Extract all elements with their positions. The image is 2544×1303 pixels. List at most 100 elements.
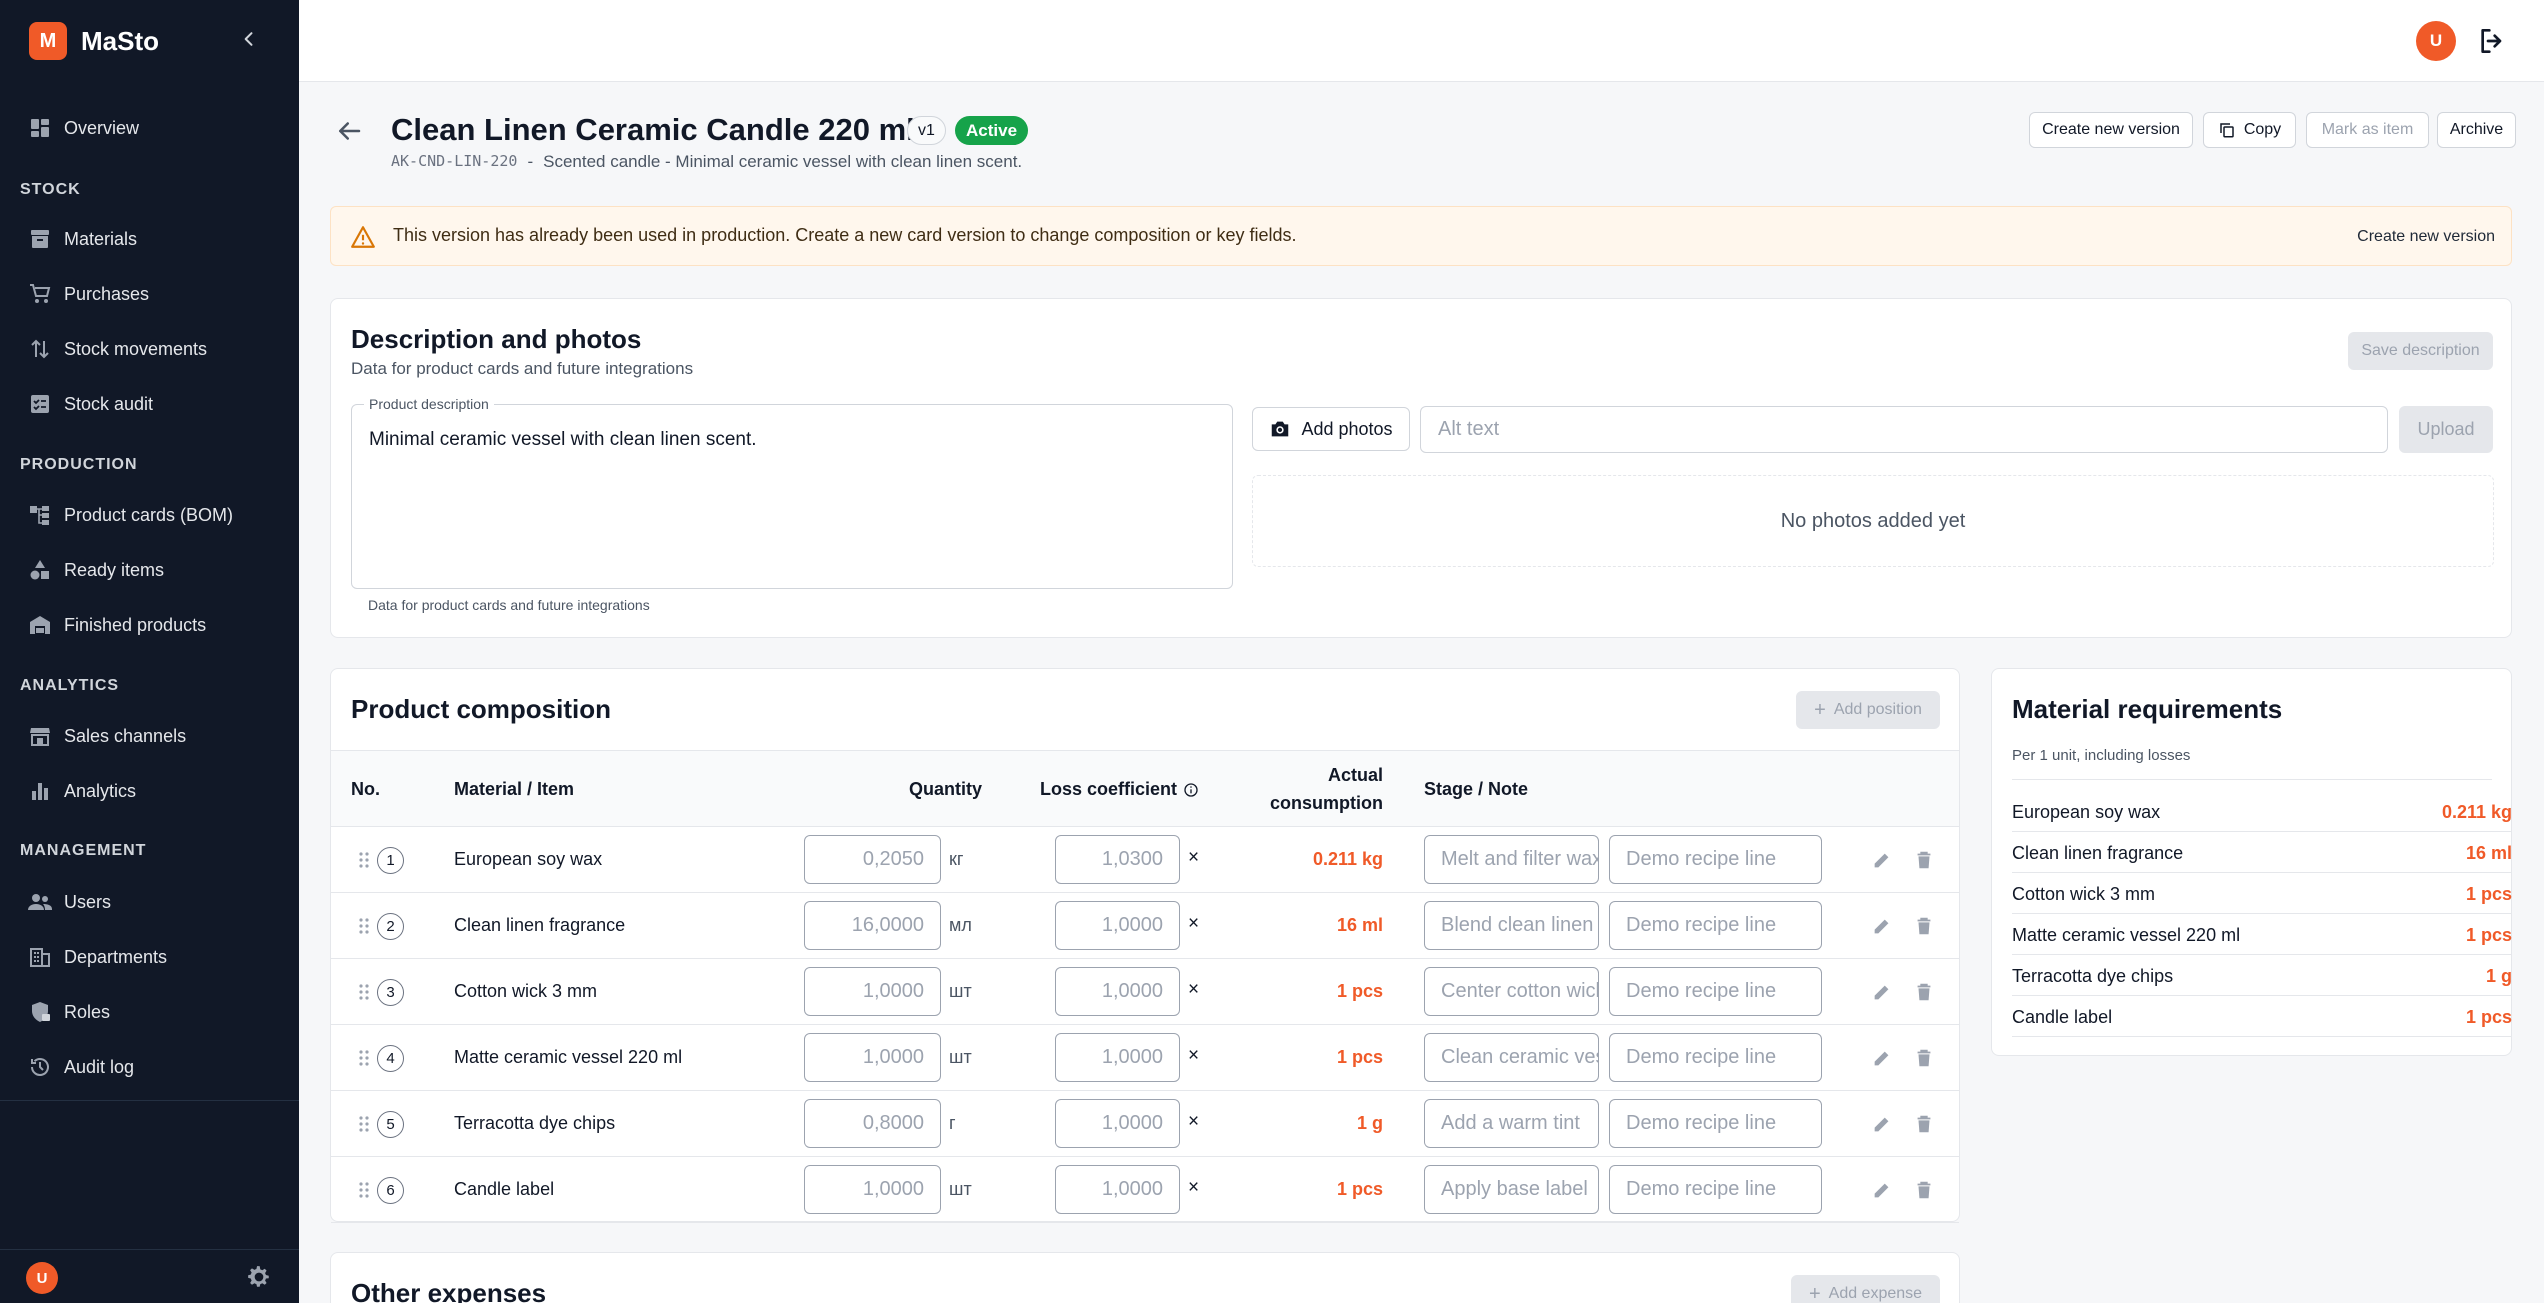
create-new-version-link[interactable]: Create new version <box>2357 228 2495 246</box>
create-new-version-button[interactable]: Create new version <box>2029 112 2193 148</box>
loss-coefficient-input[interactable]: 1,0000 <box>1055 1033 1180 1082</box>
copy-button[interactable]: Copy <box>2203 112 2296 148</box>
row-number: 2 <box>377 913 404 940</box>
add-expense-button[interactable]: + Add expense <box>1791 1275 1940 1303</box>
collapse-sidebar-button[interactable] <box>234 24 264 54</box>
drag-handle-icon[interactable] <box>357 916 371 936</box>
button-label: Add expense <box>1828 1285 1923 1302</box>
upload-button[interactable]: Upload <box>2399 406 2493 453</box>
sidebar-item-label: Roles <box>64 1001 111 1022</box>
stage-input[interactable]: Blend clean linen <box>1424 901 1599 950</box>
trash-icon[interactable] <box>1913 981 1935 1003</box>
cart-icon <box>30 284 51 303</box>
stage-input[interactable]: Melt and filter wax <box>1424 835 1599 884</box>
sidebar-item-stock-movements[interactable]: Stock movements <box>28 329 207 369</box>
sidebar-item-analytics[interactable]: Analytics <box>28 771 136 811</box>
quantity-input[interactable]: 1,0000 <box>804 1033 941 1082</box>
trash-icon[interactable] <box>1913 849 1935 871</box>
archive-button[interactable]: Archive <box>2437 112 2516 148</box>
material-name: European soy wax <box>454 849 603 869</box>
loss-coefficient-input[interactable]: 1,0000 <box>1055 1165 1180 1214</box>
add-position-button[interactable]: + Add position <box>1796 691 1940 729</box>
table-row: 2 Clean linen fragrance 16,0000 мл 1,0000 × 16… <box>331 893 1959 959</box>
list-item: Candle label 1 pcs <box>2012 996 2512 1037</box>
note-input[interactable]: Demo recipe line <box>1609 835 1822 884</box>
gear-icon[interactable] <box>246 1264 272 1290</box>
sidebar-item-label: Stock movements <box>64 338 208 359</box>
sidebar-item-label: Departments <box>64 946 168 967</box>
alt-text-input[interactable]: Alt text <box>1420 406 2388 453</box>
note-input[interactable]: Demo recipe line <box>1609 1099 1822 1148</box>
avatar[interactable]: U <box>26 1262 58 1294</box>
loss-coefficient-input[interactable]: 1,0000 <box>1055 901 1180 950</box>
drag-handle-icon[interactable] <box>357 1180 371 1200</box>
note-input[interactable]: Demo recipe line <box>1609 967 1822 1016</box>
stage-input[interactable]: Add a warm tint <box>1424 1099 1599 1148</box>
multiply-sign: × <box>1188 1177 1200 1198</box>
stage-input[interactable]: Apply base label <box>1424 1165 1599 1214</box>
trash-icon[interactable] <box>1913 1047 1935 1069</box>
sidebar-item-label: Materials <box>64 228 138 249</box>
sidebar-item-roles[interactable]: Roles <box>28 992 110 1032</box>
quantity-input[interactable]: 0,8000 <box>804 1099 941 1148</box>
sidebar-item-departments[interactable]: Departments <box>28 937 167 977</box>
trash-icon[interactable] <box>1913 1113 1935 1135</box>
drag-handle-icon[interactable] <box>357 850 371 870</box>
loss-coefficient-input[interactable]: 1,0000 <box>1055 967 1180 1016</box>
logout-icon[interactable] <box>2476 25 2508 57</box>
stage-input[interactable]: Center cotton wick <box>1424 967 1599 1016</box>
unit-label: шт <box>949 1047 972 1067</box>
trash-icon[interactable] <box>1913 915 1935 937</box>
product-description-field[interactable]: Product description Minimal ceramic vess… <box>351 396 1233 589</box>
pencil-icon[interactable] <box>1871 1179 1893 1201</box>
table-row: 3 Cotton wick 3 mm 1,0000 шт 1,0000 × 1 pcs Cen… <box>331 959 1959 1025</box>
sidebar: M MaSto Overview STOCK Materials Purchas… <box>0 0 299 1303</box>
stage-input[interactable]: Clean ceramic vessel <box>1424 1033 1599 1082</box>
pencil-icon[interactable] <box>1871 1113 1893 1135</box>
product-composition-card: Product composition + Add position No. M… <box>330 668 1960 1223</box>
sidebar-item-label: Stock audit <box>64 393 154 414</box>
quantity-input[interactable]: 0,2050 <box>804 835 941 884</box>
button-label: Archive <box>2449 121 2504 138</box>
chevron-left-icon <box>244 32 253 46</box>
save-description-button[interactable]: Save description <box>2348 332 2493 370</box>
loss-coefficient-input[interactable]: 1,0000 <box>1055 1099 1180 1148</box>
page-subtitle: AK-CND-LIN-220 - Scented candle - Minima… <box>391 152 1022 172</box>
add-photos-button[interactable]: Add photos <box>1252 407 1410 451</box>
sidebar-item-sales-channels[interactable]: Sales channels <box>28 716 186 756</box>
pencil-icon[interactable] <box>1871 915 1893 937</box>
trash-icon[interactable] <box>1913 1179 1935 1201</box>
avatar[interactable]: U <box>2416 21 2456 61</box>
col-loss: Loss coefficient <box>1040 779 1199 800</box>
loss-coefficient-input[interactable]: 1,0300 <box>1055 835 1180 884</box>
sidebar-item-stock-audit[interactable]: Stock audit <box>28 384 153 424</box>
note-input[interactable]: Demo recipe line <box>1609 901 1822 950</box>
pencil-icon[interactable] <box>1871 849 1893 871</box>
brand[interactable]: M MaSto <box>29 22 159 60</box>
pencil-icon[interactable] <box>1871 1047 1893 1069</box>
quantity-input[interactable]: 1,0000 <box>804 967 941 1016</box>
arrow-left-icon[interactable] <box>334 116 364 146</box>
sidebar-item-purchases[interactable]: Purchases <box>28 274 149 314</box>
note-input[interactable]: Demo recipe line <box>1609 1033 1822 1082</box>
unit-label: г <box>949 1113 956 1133</box>
sidebar-item-product-cards[interactable]: Product cards (BOM) <box>28 495 233 535</box>
sidebar-item-users[interactable]: Users <box>28 882 111 922</box>
drag-handle-icon[interactable] <box>357 1048 371 1068</box>
note-input[interactable]: Demo recipe line <box>1609 1165 1822 1214</box>
mark-as-item-button[interactable]: Mark as item <box>2306 112 2429 148</box>
drag-handle-icon[interactable] <box>357 982 371 1002</box>
warehouse-icon <box>30 616 50 634</box>
quantity-input[interactable]: 16,0000 <box>804 901 941 950</box>
requirement-value: 1 pcs <box>2465 884 2512 904</box>
info-icon[interactable] <box>1183 782 1199 798</box>
pencil-icon[interactable] <box>1871 981 1893 1003</box>
drag-handle-icon[interactable] <box>357 1114 371 1134</box>
sidebar-item-materials[interactable]: Materials <box>28 219 137 259</box>
sidebar-item-ready-items[interactable]: Ready items <box>28 550 164 590</box>
quantity-input[interactable]: 1,0000 <box>804 1165 941 1214</box>
col-actual: Actual consumption <box>1270 761 1383 817</box>
sidebar-item-finished-products[interactable]: Finished products <box>28 605 206 645</box>
sidebar-item-overview[interactable]: Overview <box>28 108 139 148</box>
sidebar-item-audit-log[interactable]: Audit log <box>28 1047 134 1087</box>
